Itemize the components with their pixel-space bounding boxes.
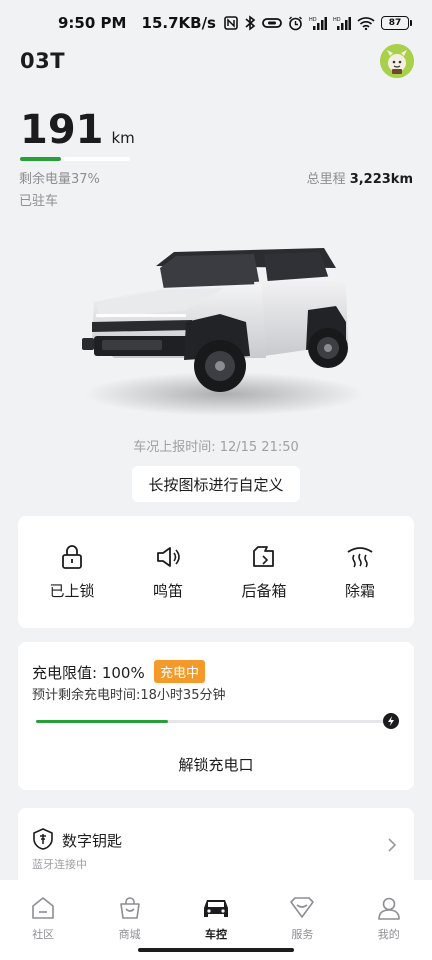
odometer-label: 总里程 xyxy=(306,172,346,187)
network-speed: 15.7KB/s xyxy=(141,14,216,32)
vehicle-name[interactable]: 03T xyxy=(20,49,65,73)
customize-button[interactable]: 长按图标进行自定义 xyxy=(132,466,300,502)
tab-label: 车控 xyxy=(204,928,227,941)
tab-label: 社区 xyxy=(32,928,55,941)
range-unit: km xyxy=(111,129,135,147)
digital-key-icon xyxy=(33,828,53,850)
avatar[interactable] xyxy=(380,44,414,78)
charge-limit: 充电限值: 100% xyxy=(32,664,145,682)
digital-key-status: 蓝牙连接中 xyxy=(32,858,87,871)
car-control-icon xyxy=(203,900,228,917)
charge-eta: 预计剩余充电时间:18小时35分钟 xyxy=(32,688,226,703)
battery-icon: 87 xyxy=(381,16,412,30)
report-time: 车况上报时间: 12/15 21:50 xyxy=(133,440,299,455)
bluetooth-icon xyxy=(245,15,256,31)
unlock-charge-port-button[interactable]: 解锁充电口 xyxy=(18,754,414,775)
charge-progress-fill xyxy=(36,720,169,723)
header: 03T xyxy=(20,44,414,78)
clock: 9:50 PM xyxy=(58,14,127,32)
control-trunk[interactable]: 后备箱 xyxy=(224,544,304,601)
hd-signal-icon: HD xyxy=(309,16,327,30)
home-indicator xyxy=(138,948,294,952)
quick-controls-card: 已上锁 鸣笛 后备箱 除霜 xyxy=(18,516,414,628)
tab-label: 服务 xyxy=(291,928,314,941)
community-icon xyxy=(32,897,54,919)
defrost-icon xyxy=(347,546,373,567)
charging-card[interactable]: 充电限值: 100% 充电中 预计剩余充电时间:18小时35分钟 解锁充电口 xyxy=(18,642,414,790)
alarm-icon xyxy=(289,16,302,30)
control-lock[interactable]: 已上锁 xyxy=(32,544,112,601)
digital-key-card[interactable]: 数字钥匙 蓝牙连接中 xyxy=(18,808,414,888)
horn-icon xyxy=(157,546,180,567)
shop-icon xyxy=(119,897,140,919)
status-icons: HD HD 87 xyxy=(224,15,412,31)
tab-community[interactable]: 社区 xyxy=(0,880,86,960)
odometer: 总里程 3,223km xyxy=(307,168,413,187)
digital-key-title: 数字钥匙 xyxy=(62,832,123,850)
park-status: 已驻车 xyxy=(19,194,59,209)
lightning-icon xyxy=(383,713,399,729)
battery-level-bar xyxy=(20,157,130,161)
nfc-icon xyxy=(224,16,238,30)
svg-text:HD: HD xyxy=(333,17,341,23)
range-display: 191 km xyxy=(20,106,135,154)
tab-profile[interactable]: 我的 xyxy=(346,880,432,960)
control-label: 后备箱 xyxy=(241,581,287,600)
profile-icon xyxy=(377,897,400,920)
tab-label: 商城 xyxy=(118,928,141,941)
link-icon xyxy=(262,18,282,28)
trunk-icon xyxy=(253,545,274,567)
lock-icon xyxy=(62,544,82,569)
service-icon xyxy=(290,897,315,918)
charging-status-badge: 充电中 xyxy=(154,660,206,683)
control-defrost[interactable]: 除霜 xyxy=(320,544,400,601)
car-image xyxy=(74,226,364,426)
wifi-icon xyxy=(357,17,375,30)
chevron-right-icon xyxy=(388,838,396,852)
hd-signal-icon-2: HD xyxy=(333,16,351,30)
battery-level-fill xyxy=(20,157,61,161)
tab-label: 我的 xyxy=(377,928,400,941)
control-horn[interactable]: 鸣笛 xyxy=(128,544,208,601)
svg-text:HD: HD xyxy=(309,17,317,23)
odometer-value: 3,223km xyxy=(349,172,413,187)
control-label: 除霜 xyxy=(344,581,375,600)
charge-progress-bar xyxy=(36,720,384,723)
control-label: 鸣笛 xyxy=(152,581,183,600)
status-bar: 9:50 PM 15.7KB/s HD HD 87 xyxy=(0,0,432,46)
remaining-charge-label: 剩余电量37% xyxy=(19,172,100,187)
range-value: 191 xyxy=(20,107,104,153)
control-label: 已上锁 xyxy=(49,581,95,600)
